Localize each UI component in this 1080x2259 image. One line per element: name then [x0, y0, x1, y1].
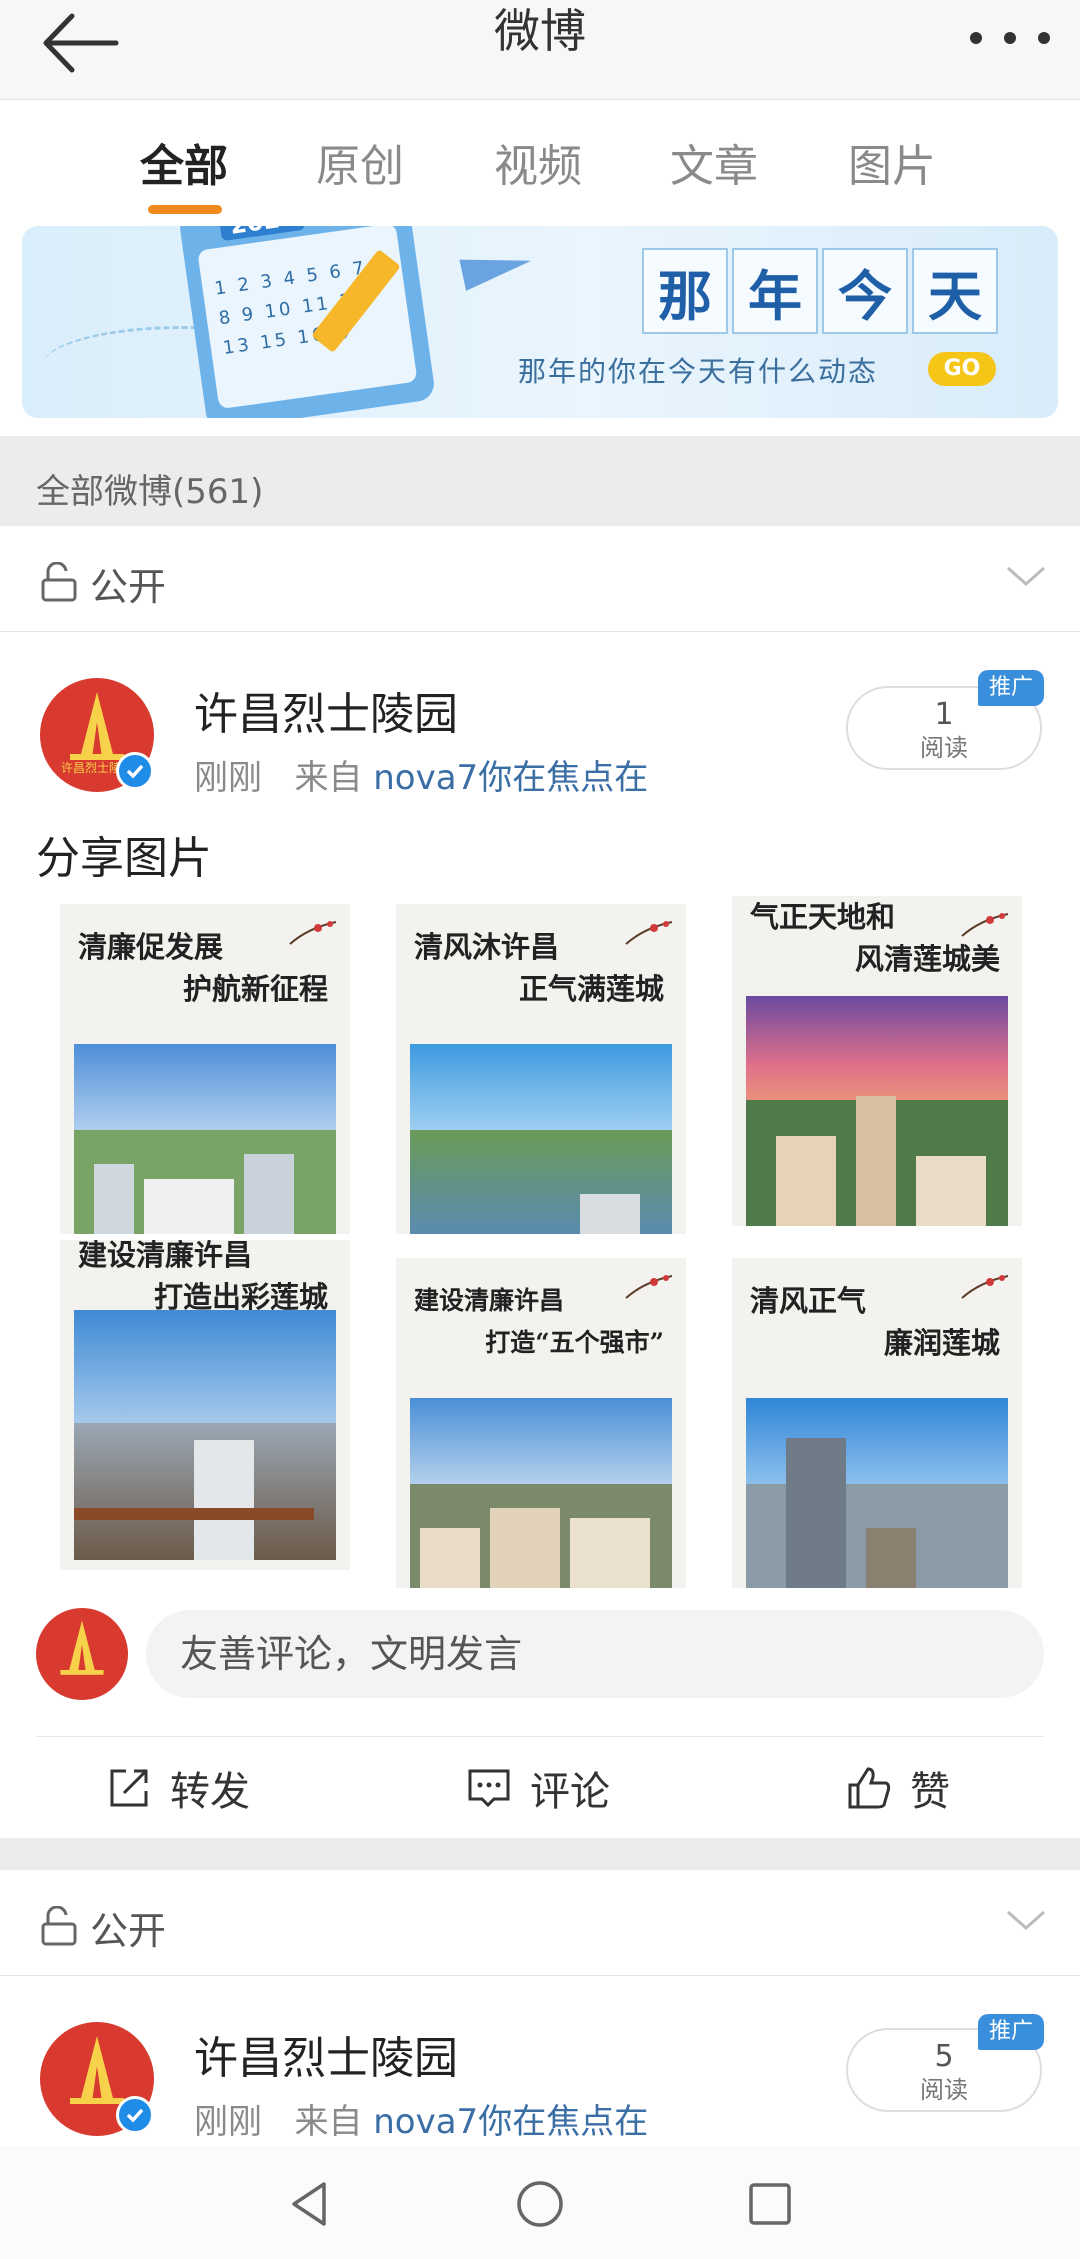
chevron-down-icon[interactable] — [1004, 1904, 1048, 1934]
like-label: 赞 — [910, 1769, 950, 1815]
poster-title-line1: 清廉促发展 — [78, 930, 224, 964]
poster-title-line2: 风清莲城美 — [854, 942, 1000, 976]
username[interactable]: 许昌烈士陵园 — [194, 2022, 458, 2086]
verified-badge-icon — [116, 752, 154, 790]
banner-title-char: 今 — [822, 248, 908, 334]
comment-input[interactable] — [146, 1610, 1044, 1698]
post-meta: 刚刚 来自 nova7你在焦点在 — [194, 750, 648, 799]
poster-title-line2: 正气满莲城 — [518, 972, 664, 1006]
section-header: 全部微博(561) — [0, 436, 1080, 526]
image-thumbnail[interactable]: 建设清廉许昌打造“五个强市” — [396, 1258, 686, 1588]
poster-title-line1: 清风正气 — [750, 1284, 867, 1318]
tab-video[interactable]: 视频 — [494, 130, 582, 194]
river-photo — [410, 1044, 672, 1234]
from-label: 来自 — [294, 758, 363, 798]
visibility-row[interactable]: 公开 — [0, 1870, 1080, 1976]
tab-all[interactable]: 全部 — [140, 130, 228, 194]
monument-icon — [70, 2036, 124, 2104]
post-source-link[interactable]: nova7你在焦点在 — [373, 758, 648, 798]
read-label: 阅读 — [920, 2076, 968, 2104]
banner-title-char: 天 — [912, 248, 998, 334]
poster-title: 清廉促发展护航新征程 — [78, 926, 328, 1010]
poster-title: 建设清廉许昌 打造出彩莲城 — [78, 1240, 328, 1318]
repost-icon — [110, 1769, 148, 1807]
poster-title: 气正天地和风清莲城美 — [750, 896, 1000, 980]
read-label: 阅读 — [920, 734, 968, 762]
from-label: 来自 — [294, 2102, 363, 2142]
sunset-city-photo — [746, 996, 1008, 1226]
post-header: 许昌烈士陵园 许昌烈士陵园 刚刚 来自 nova7你在焦点在 1 阅读 推广 — [0, 668, 1080, 808]
top-bar: 微博 — [0, 0, 1080, 100]
unlock-icon — [41, 562, 77, 602]
active-tab-indicator — [148, 205, 222, 214]
bridge-photo — [74, 1310, 336, 1560]
more-options-icon[interactable] — [970, 18, 1050, 58]
monument-icon — [60, 1620, 104, 1675]
filter-tabs: 全部 原创 视频 文章 图片 — [0, 100, 1080, 225]
page-title: 微博 — [494, 4, 586, 58]
post-time: 刚刚 — [194, 758, 262, 798]
username[interactable]: 许昌烈士陵园 — [194, 678, 458, 742]
tower-photo — [746, 1398, 1008, 1588]
tab-article[interactable]: 文章 — [670, 130, 758, 194]
comment-label: 评论 — [530, 1769, 610, 1815]
image-thumbnail[interactable]: 清风沐许昌正气满莲城 — [396, 904, 686, 1234]
aerial-city-photo — [410, 1398, 672, 1588]
banner-title-char: 年 — [732, 248, 818, 334]
on-this-day-banner[interactable]: 202? 1 2 3 4 5 6 7 8 9 10 11 12 13 15 16… — [22, 226, 1058, 418]
city-photo — [74, 1044, 336, 1234]
monument-icon — [70, 692, 124, 760]
poster-title: 建设清廉许昌打造“五个强市” — [414, 1280, 664, 1364]
nav-back-icon[interactable] — [280, 2174, 340, 2234]
post-header: 许昌烈士陵园 刚刚 来自 nova7你在焦点在 5 阅读 推广 — [0, 2012, 1080, 2152]
visibility-label: 公开 — [90, 1909, 167, 1953]
image-thumbnail[interactable]: 清风正气 廉润莲城 — [732, 1258, 1022, 1588]
banner-title-char: 那 — [642, 248, 728, 334]
visibility-label: 公开 — [90, 565, 167, 609]
image-thumbnail[interactable]: 建设清廉许昌 打造出彩莲城 — [60, 1240, 350, 1570]
verified-badge-icon — [116, 2096, 154, 2134]
promote-badge[interactable]: 推广 — [978, 670, 1044, 706]
like-button[interactable]: 赞 — [846, 1763, 950, 1815]
post-separator — [0, 1838, 1080, 1870]
image-thumbnail[interactable]: 气正天地和风清莲城美 — [732, 896, 1022, 1226]
repost-button[interactable]: 转发 — [106, 1763, 250, 1815]
nav-home-icon[interactable] — [510, 2174, 570, 2234]
poster-title-line1: 清风沐许昌 — [414, 930, 560, 964]
nav-recents-icon[interactable] — [740, 2174, 800, 2234]
banner-subtitle: 那年的你在今天有什么动态 — [518, 355, 879, 388]
tab-image[interactable]: 图片 — [848, 130, 936, 194]
poster-title-line2: 打造“五个强市” — [485, 1328, 664, 1357]
banner-title: 那 年 今 天 — [642, 248, 1002, 334]
image-grid: 清廉促发展 护航新征程 清风沐许昌 正气满莲城 气正天地和 风清莲城美 建设清廉… — [36, 896, 1044, 1588]
paper-plane-icon — [459, 245, 535, 291]
poster-title-line2: 护航新征程 — [182, 972, 328, 1006]
thumbs-up-icon — [848, 1767, 891, 1809]
image-thumbnail[interactable]: 清廉促发展护航新征程 — [60, 904, 350, 1234]
post-meta: 刚刚 来自 nova7你在焦点在 — [194, 2094, 648, 2143]
visibility-row[interactable]: 公开 — [0, 526, 1080, 632]
system-nav-bar — [0, 2146, 1080, 2259]
poster-title-line1: 建设清廉许昌 — [78, 1240, 253, 1272]
comment-icon — [468, 1769, 510, 1808]
post-action-bar: 转发 评论 赞 — [36, 1736, 1044, 1836]
poster-title: 清风沐许昌正气满莲城 — [414, 926, 664, 1010]
post-count-label[interactable]: 全部微博(561) — [36, 464, 263, 513]
post-text: 分享图片 — [36, 833, 212, 884]
repost-label: 转发 — [170, 1769, 250, 1815]
tab-original[interactable]: 原创 — [316, 130, 404, 194]
post-source-link[interactable]: nova7你在焦点在 — [373, 2102, 648, 2142]
poster-title-line2: 廉润莲城 — [883, 1326, 1000, 1360]
poster-title-line1: 建设清廉许昌 — [414, 1286, 565, 1315]
poster-title: 清风正气 廉润莲城 — [750, 1280, 1000, 1364]
commenter-avatar[interactable] — [36, 1608, 128, 1700]
promote-badge[interactable]: 推广 — [978, 2014, 1044, 2050]
calendar-illustration: 202? 1 2 3 4 5 6 7 8 9 10 11 12 13 15 16… — [177, 226, 437, 418]
go-button[interactable]: GO — [928, 352, 996, 386]
unlock-icon — [41, 1906, 77, 1946]
chevron-down-icon[interactable] — [1004, 560, 1048, 590]
comment-button[interactable]: 评论 — [466, 1763, 610, 1815]
post-time: 刚刚 — [194, 2102, 262, 2142]
poster-title-line1: 气正天地和 — [750, 900, 896, 934]
